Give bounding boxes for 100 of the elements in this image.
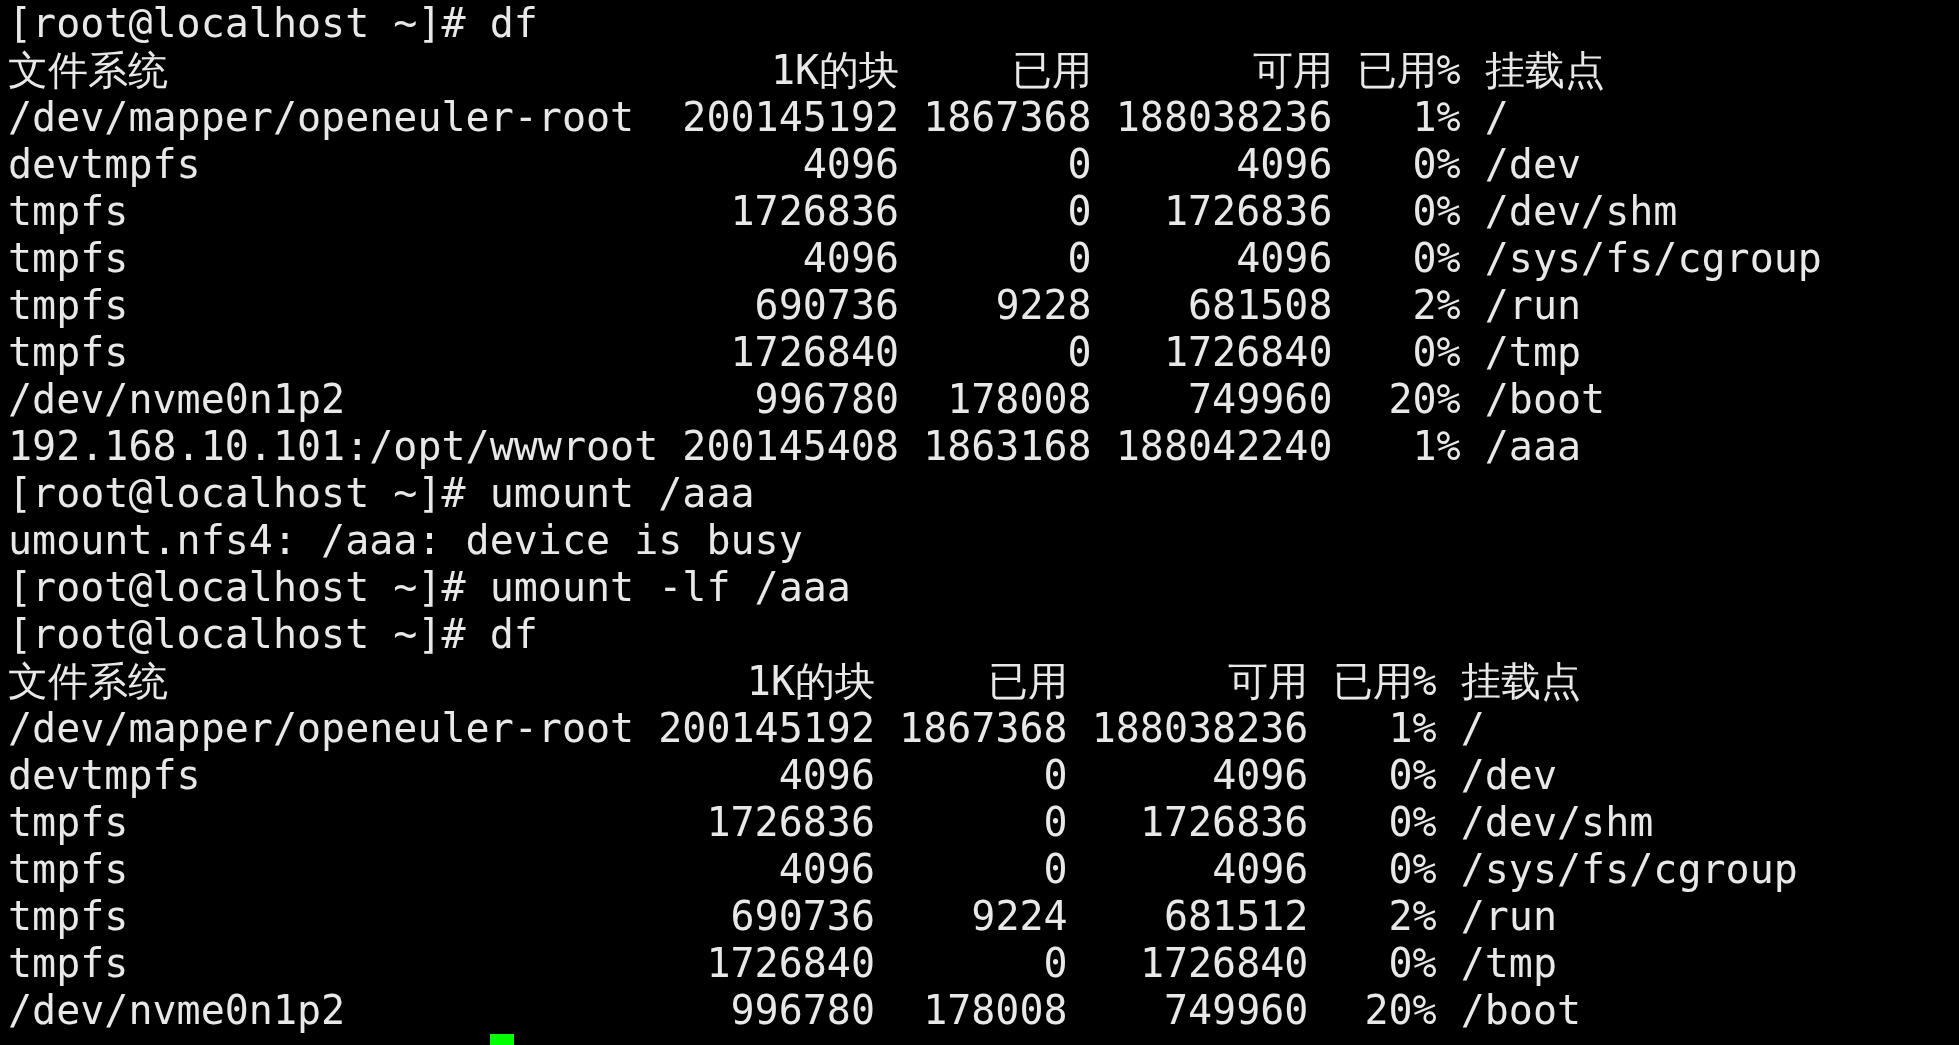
table-cell-text: /tmp [1484, 329, 1583, 376]
table-cell-text: tmpfs [8, 235, 130, 282]
table-cell-text: 20% [1387, 376, 1461, 423]
column-header: 已用% [1332, 658, 1437, 705]
table-cell-text: 4096 [777, 846, 875, 893]
table-cell-text: 20% [1363, 987, 1437, 1034]
table-cell-text: 1726840 [729, 329, 900, 376]
table-cell-text: 681508 [1187, 282, 1333, 329]
table-cell-text: tmpfs [8, 893, 130, 940]
table-cell: 188038236 [1091, 705, 1309, 752]
table-cell-text: /run [1484, 282, 1583, 329]
table-cell-text: /dev/nvme0n1p2 [8, 376, 347, 423]
table-cell: 188042240 [1115, 423, 1333, 470]
table-cell: 1867368 [923, 94, 1092, 141]
table-cell-text: 4096 [1211, 846, 1309, 893]
command-line: [root@localhost ~]# umount /aaa [8, 470, 755, 517]
table-cell-text: 2% [1411, 282, 1461, 329]
table-cell-text: /dev [1460, 752, 1559, 799]
table-cell-text: /dev/shm [1460, 799, 1655, 846]
table-cell-text: 0% [1411, 235, 1461, 282]
table-cell-text: 0% [1411, 188, 1461, 235]
table-cell-text: 0% [1387, 752, 1437, 799]
table-cell-text: devtmpfs [8, 752, 202, 799]
column-header: 已用 [1010, 47, 1092, 94]
table-cell-text: 1726836 [1162, 188, 1333, 235]
table-cell-text: 1726840 [1138, 940, 1309, 987]
table-cell-text: 9228 [994, 282, 1092, 329]
table-cell-text: 0 [1042, 846, 1068, 893]
table-cell-text: 1726836 [705, 799, 875, 846]
table-cell-text: tmpfs [8, 329, 130, 376]
column-header: 挂载点 [1460, 658, 1582, 705]
table-cell-text: tmpfs [8, 282, 130, 329]
column-header: 已用% [1356, 47, 1461, 94]
table-cell-text: 1% [1411, 94, 1461, 141]
table-cell-text: / [1484, 94, 1510, 141]
table-cell-text: tmpfs [8, 799, 130, 846]
table-cell-text: 0 [1066, 235, 1092, 282]
column-header: 文件系统 [8, 47, 169, 94]
table-cell-text: 0% [1387, 846, 1437, 893]
column-header: 文件系统 [8, 658, 169, 705]
table-cell-text: 178008 [946, 376, 1092, 423]
table-cell-text: /boot [1460, 987, 1583, 1034]
table-cell-text: 4096 [801, 235, 900, 282]
table-cell-text: /boot [1484, 376, 1607, 423]
table-cell-text: 1726840 [705, 940, 875, 987]
command-line: [root@localhost ~]# df [8, 611, 538, 658]
column-header: 可用 [1251, 47, 1333, 94]
table-cell-text: /dev/nvme0n1p2 [8, 987, 347, 1034]
table-cell-text: / [1460, 705, 1486, 752]
table-cell-text: /run [1460, 893, 1559, 940]
table-cell: 200145192 [658, 705, 875, 752]
table-cell-text: 4096 [801, 141, 900, 188]
table-cell-text: /tmp [1460, 940, 1559, 987]
table-cell-text: 690736 [729, 893, 875, 940]
column-header: 1K的块 [745, 658, 875, 705]
table-cell-text: /aaa [1484, 423, 1583, 470]
table-cell: 192.168.10.101:/opt/wwwroot [8, 423, 659, 470]
table-cell-text: 681512 [1162, 893, 1309, 940]
table-cell-text: 749960 [1162, 987, 1309, 1034]
table-cell-text: 2% [1387, 893, 1437, 940]
table-cell-text: tmpfs [8, 188, 130, 235]
table-cell-text: 0% [1387, 799, 1437, 846]
table-cell-text: 996780 [753, 376, 900, 423]
table-cell: 1867368 [899, 705, 1068, 752]
table-cell-text: 0 [1042, 752, 1068, 799]
table-cell-text: 0 [1066, 188, 1092, 235]
table-cell-text: 4096 [777, 752, 875, 799]
table-cell: 200145408 [682, 423, 900, 470]
table-cell: 200145192 [682, 94, 900, 141]
table-cell: 188038236 [1115, 94, 1333, 141]
table-cell-text: 1726840 [1162, 329, 1333, 376]
table-cell-text: 0 [1066, 329, 1092, 376]
table-cell-text: tmpfs [8, 940, 130, 987]
table-cell-text: 0% [1411, 329, 1461, 376]
table-cell-text: /dev [1484, 141, 1583, 188]
table-cell-text: 1% [1387, 705, 1437, 752]
table-cell-text: 996780 [729, 987, 875, 1034]
table-cell-text: 178008 [922, 987, 1068, 1034]
table-cell-text: 9224 [970, 893, 1068, 940]
table-cell-text: 690736 [753, 282, 900, 329]
table-cell-text: /dev/mapper/openeuler-root [8, 94, 636, 141]
table-cell: /dev/mapper/openeuler-root [8, 705, 635, 752]
table-cell-text: /dev/shm [1484, 188, 1679, 235]
table-cell-text: devtmpfs [8, 141, 202, 188]
table-cell-text: 4096 [1211, 752, 1309, 799]
table-cell: 1863168 [923, 423, 1092, 470]
table-cell-text: 0% [1387, 940, 1437, 987]
output-line: umount.nfs4: /aaa: device is busy [8, 517, 803, 564]
column-header: 已用 [986, 658, 1068, 705]
table-cell: /sys/fs/cgroup [1484, 235, 1822, 282]
column-header: 可用 [1227, 658, 1309, 705]
table-cell-text: 0 [1042, 799, 1068, 846]
table-cell-text: 0 [1042, 940, 1068, 987]
table-cell-text: 749960 [1187, 376, 1333, 423]
table-cell-text: 0 [1066, 141, 1092, 188]
table-cell-text: tmpfs [8, 846, 130, 893]
table-cell-text: 1% [1411, 423, 1461, 470]
command-line: [root@localhost ~]# df [8, 0, 538, 47]
table-cell-text: 4096 [1235, 141, 1333, 188]
table-cell-text: 1726836 [729, 188, 900, 235]
